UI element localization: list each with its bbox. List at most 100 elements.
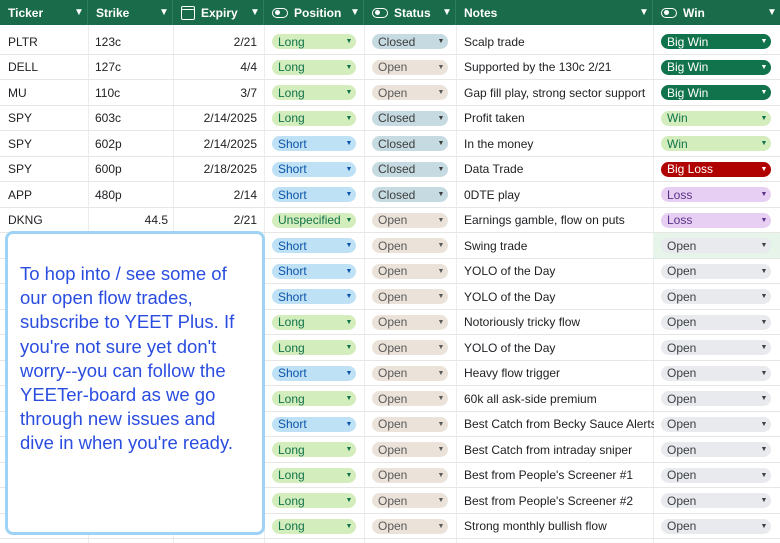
caret-down-icon[interactable]: ▼ xyxy=(434,523,448,530)
caret-down-icon[interactable]: ▼ xyxy=(434,115,448,122)
caret-down-icon[interactable]: ▼ xyxy=(434,89,448,96)
caret-down-icon[interactable]: ▼ xyxy=(434,166,448,173)
status-dropdown[interactable]: Open ▼ xyxy=(372,442,448,457)
caret-down-icon[interactable]: ▼ xyxy=(434,446,448,453)
caret-down-icon[interactable]: ▼ xyxy=(342,89,356,96)
status-dropdown[interactable]: Closed ▼ xyxy=(372,187,448,202)
chevron-down-icon[interactable]: ▼ xyxy=(71,7,87,18)
status-dropdown[interactable]: Open ▼ xyxy=(372,59,448,75)
caret-down-icon[interactable]: ▼ xyxy=(434,64,448,71)
position-dropdown[interactable]: Long ▼ xyxy=(272,59,356,75)
caret-down-icon[interactable]: ▼ xyxy=(434,497,448,504)
col-header-ticker[interactable]: Ticker ▼ xyxy=(0,0,88,25)
win-dropdown[interactable]: Loss ▼ xyxy=(661,212,771,228)
expiry-cell[interactable]: 2/18/2025 xyxy=(178,157,257,182)
win-dropdown[interactable]: Open ▼ xyxy=(661,391,771,406)
win-dropdown[interactable]: Big Win ▼ xyxy=(661,85,771,100)
status-dropdown[interactable]: Open ▼ xyxy=(372,238,448,253)
caret-down-icon[interactable]: ▼ xyxy=(757,89,771,96)
caret-down-icon[interactable]: ▼ xyxy=(757,268,771,275)
caret-down-icon[interactable]: ▼ xyxy=(434,344,448,351)
caret-down-icon[interactable]: ▼ xyxy=(434,140,448,147)
caret-down-icon[interactable]: ▼ xyxy=(757,421,771,428)
status-dropdown[interactable]: Open ▼ xyxy=(372,85,448,100)
caret-down-icon[interactable]: ▼ xyxy=(434,293,448,300)
caret-down-icon[interactable]: ▼ xyxy=(434,370,448,377)
strike-value-cell[interactable] xyxy=(100,106,168,131)
caret-down-icon[interactable]: ▼ xyxy=(757,472,771,479)
caret-down-icon[interactable]: ▼ xyxy=(757,395,771,402)
status-dropdown[interactable]: Open ▼ xyxy=(372,212,448,228)
chevron-down-icon[interactable]: ▼ xyxy=(636,7,652,18)
position-dropdown[interactable]: Short ▼ xyxy=(272,416,356,432)
strike-value-cell[interactable] xyxy=(100,157,168,182)
caret-down-icon[interactable]: ▼ xyxy=(757,319,771,326)
caret-down-icon[interactable]: ▼ xyxy=(757,446,771,453)
caret-down-icon[interactable]: ▼ xyxy=(757,217,771,224)
caret-down-icon[interactable]: ▼ xyxy=(342,472,356,479)
expiry-cell[interactable]: 2/21 xyxy=(178,208,257,233)
position-dropdown[interactable]: Short ▼ xyxy=(272,238,356,253)
notes-cell[interactable]: Scalp trade xyxy=(464,29,654,54)
caret-down-icon[interactable]: ▼ xyxy=(757,497,771,504)
status-dropdown[interactable]: Open ▼ xyxy=(372,314,448,330)
caret-down-icon[interactable]: ▼ xyxy=(342,421,356,428)
notes-cell[interactable]: Profit taken xyxy=(464,106,654,131)
caret-down-icon[interactable]: ▼ xyxy=(342,268,356,275)
notes-cell[interactable]: YOLO of the Day xyxy=(464,259,654,284)
col-header-expiry[interactable]: Expiry ▼ xyxy=(173,0,264,25)
position-dropdown[interactable]: Short ▼ xyxy=(272,187,356,202)
expiry-cell[interactable]: 4/4 xyxy=(178,55,257,80)
status-dropdown[interactable]: Open ▼ xyxy=(372,493,448,508)
status-dropdown[interactable]: Open ▼ xyxy=(372,365,448,381)
caret-down-icon[interactable]: ▼ xyxy=(434,38,448,45)
win-dropdown[interactable]: Big Win ▼ xyxy=(661,34,771,49)
strike-value-cell[interactable] xyxy=(100,55,168,80)
caret-down-icon[interactable]: ▼ xyxy=(434,319,448,326)
caret-down-icon[interactable]: ▼ xyxy=(434,191,448,198)
win-dropdown[interactable]: Open ▼ xyxy=(661,365,771,381)
caret-down-icon[interactable]: ▼ xyxy=(757,344,771,351)
col-header-position[interactable]: Position ▼ xyxy=(264,0,364,25)
caret-down-icon[interactable]: ▼ xyxy=(342,242,356,249)
col-header-win[interactable]: Win ▼ xyxy=(653,0,780,25)
win-dropdown[interactable]: Loss ▼ xyxy=(661,187,771,202)
expiry-cell[interactable]: 2/14/2025 xyxy=(178,131,257,156)
caret-down-icon[interactable]: ▼ xyxy=(342,344,356,351)
position-dropdown[interactable]: Short ▼ xyxy=(272,365,356,381)
caret-down-icon[interactable]: ▼ xyxy=(342,523,356,530)
win-dropdown[interactable]: Big Loss ▼ xyxy=(661,161,771,177)
notes-cell[interactable]: Best from People's Screener #1 xyxy=(464,463,654,488)
ticker-cell[interactable]: PLTR xyxy=(8,29,88,54)
caret-down-icon[interactable]: ▼ xyxy=(757,140,771,147)
position-dropdown[interactable]: Long ▼ xyxy=(272,314,356,330)
win-dropdown[interactable]: Open ▼ xyxy=(661,518,771,534)
position-dropdown[interactable]: Long ▼ xyxy=(272,110,356,126)
caret-down-icon[interactable]: ▼ xyxy=(342,319,356,326)
status-dropdown[interactable]: Closed ▼ xyxy=(372,110,448,126)
expiry-cell[interactable]: 2/14 xyxy=(178,182,257,207)
win-dropdown[interactable]: Open ▼ xyxy=(661,314,771,330)
strike-value-cell[interactable] xyxy=(100,29,168,54)
caret-down-icon[interactable]: ▼ xyxy=(434,472,448,479)
notes-cell[interactable]: In the money xyxy=(464,131,654,156)
status-dropdown[interactable]: Open ▼ xyxy=(372,289,448,304)
caret-down-icon[interactable]: ▼ xyxy=(342,38,356,45)
notes-cell[interactable]: YOLO of the Day xyxy=(464,335,654,360)
win-dropdown[interactable]: Open ▼ xyxy=(661,238,771,253)
status-dropdown[interactable]: Open ▼ xyxy=(372,518,448,534)
caret-down-icon[interactable]: ▼ xyxy=(342,64,356,71)
win-dropdown[interactable]: Open ▼ xyxy=(661,263,771,279)
expiry-cell[interactable]: 3/7 xyxy=(178,80,257,105)
win-dropdown[interactable]: Big Win ▼ xyxy=(661,59,771,75)
ticker-cell[interactable]: SPY xyxy=(8,131,88,156)
position-dropdown[interactable]: Short ▼ xyxy=(272,289,356,304)
caret-down-icon[interactable]: ▼ xyxy=(757,191,771,198)
status-dropdown[interactable]: Open ▼ xyxy=(372,467,448,483)
chevron-down-icon[interactable]: ▼ xyxy=(347,7,363,18)
col-header-notes[interactable]: Notes ▼ xyxy=(456,0,653,25)
col-header-status[interactable]: Status ▼ xyxy=(364,0,456,25)
position-dropdown[interactable]: Short ▼ xyxy=(272,136,356,151)
chevron-down-icon[interactable]: ▼ xyxy=(764,7,780,18)
status-dropdown[interactable]: Open ▼ xyxy=(372,263,448,279)
